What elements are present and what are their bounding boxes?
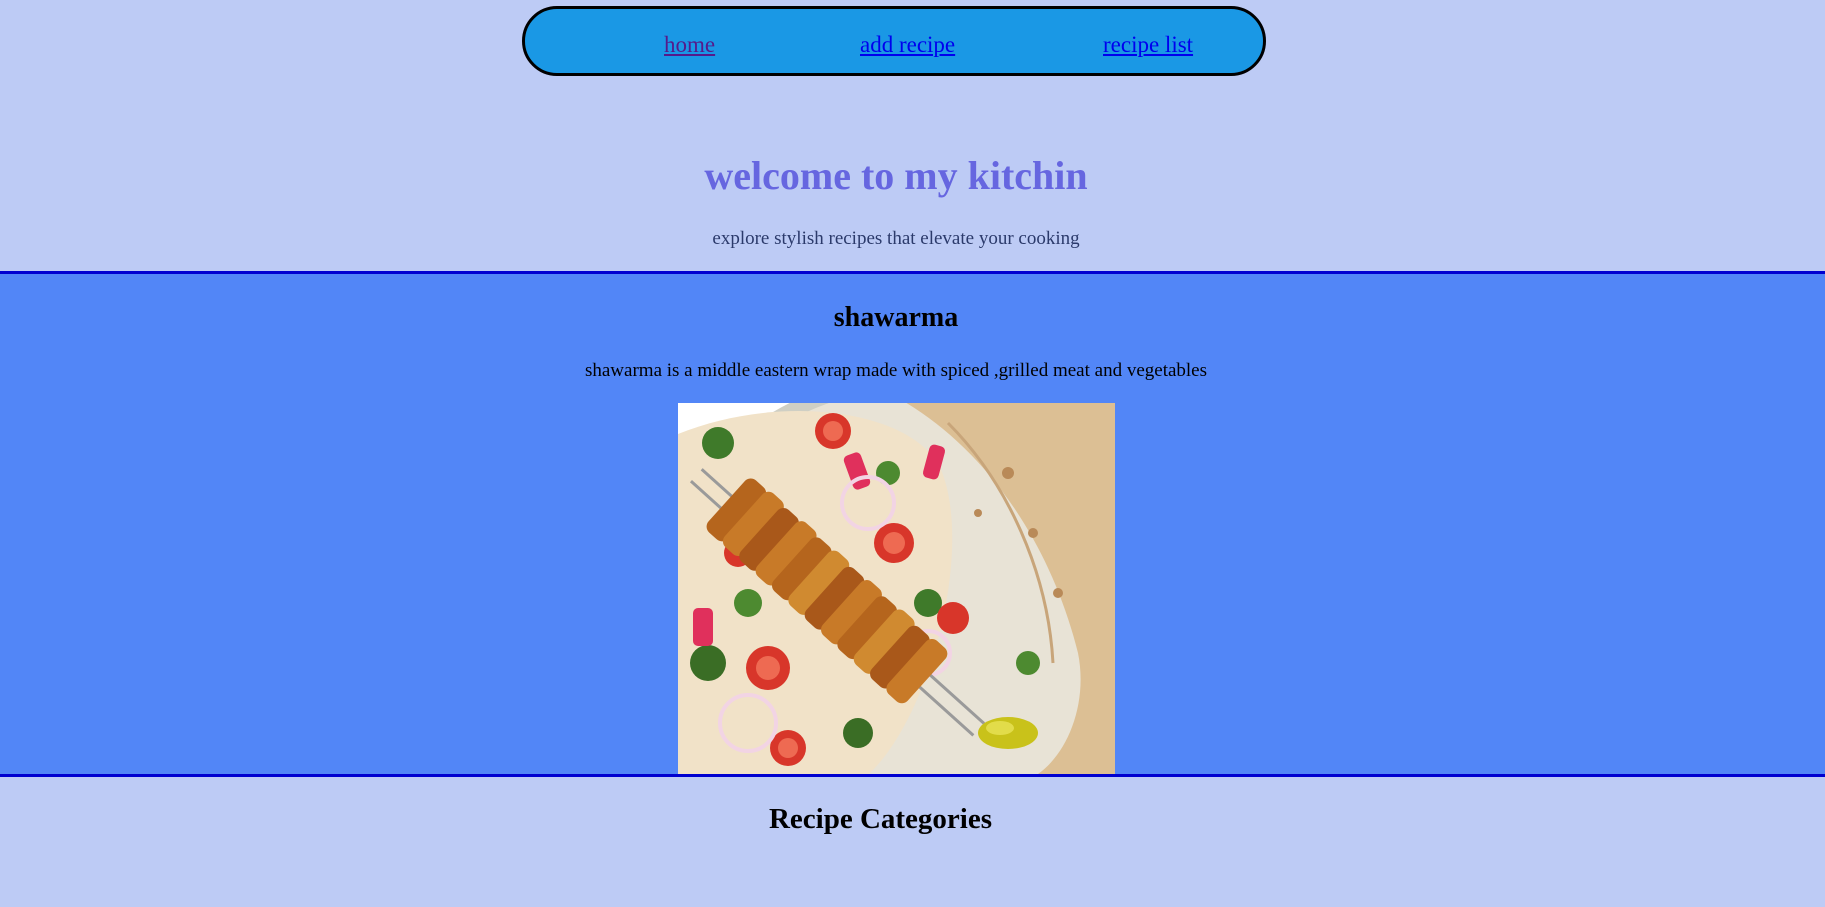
recipe-categories-heading: Recipe Categories [768,803,993,835]
recipe-image [678,403,1115,774]
top-nav: home add recipe recipe list [522,6,1266,76]
page: home add recipe recipe list welcome to m… [0,0,1825,907]
nav-link-add-recipe[interactable]: add recipe [860,33,955,56]
recipe-title: shawarma [833,302,959,333]
hero-subtitle: explore stylish recipes that elevate you… [712,228,1080,249]
hero-title: welcome to my kitchin [704,153,1088,198]
nav-link-home[interactable]: home [664,33,715,56]
featured-recipe-section: shawarma shawarma is a middle eastern wr… [0,271,1825,777]
nav-link-recipe-list[interactable]: recipe list [1103,33,1193,56]
recipe-description: shawarma is a middle eastern wrap made w… [584,360,1208,381]
